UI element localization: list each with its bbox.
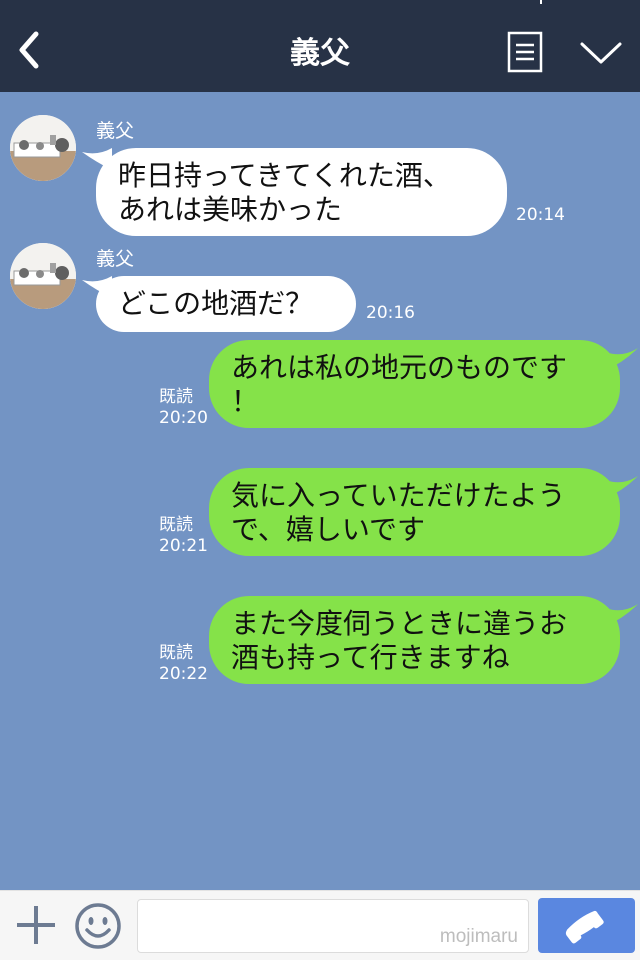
avatar-photo	[10, 115, 76, 181]
message-meta: 既読 20:20	[159, 387, 208, 429]
watermark-text: mojimaru	[439, 926, 518, 947]
call-button[interactable]	[538, 898, 635, 953]
message-line: ！	[231, 385, 260, 418]
message-bubble[interactable]: 昨日持ってきてくれた酒、 あれは美味かった	[96, 148, 507, 236]
message-time: 20:20	[159, 408, 208, 428]
avatar[interactable]	[10, 115, 76, 181]
message-line: また今度伺うときに違うお	[231, 607, 568, 640]
message-line: で、嬉しいです	[231, 513, 426, 546]
emoji-icon	[75, 903, 121, 949]
message-bubble[interactable]: どこの地酒だ？	[96, 276, 356, 332]
status-bar-mark	[540, 0, 542, 4]
chat-area[interactable]: 義父 昨日持ってきてくれた酒、 あれは美味かった 20:14 義父 どこの地酒だ…	[0, 92, 640, 890]
phone-icon	[565, 910, 604, 944]
sender-name: 義父	[96, 120, 135, 142]
sender-name: 義父	[96, 248, 135, 270]
emoji-button[interactable]	[74, 902, 122, 950]
plus-button[interactable]	[14, 903, 58, 947]
message-line: 気に入っていただけたよう	[231, 479, 566, 512]
message-bubble[interactable]: 気に入っていただけたよう で、嬉しいです	[209, 468, 620, 556]
message-line: あれは美味かった	[118, 193, 343, 226]
chevron-down-icon	[580, 42, 622, 64]
chat-header: 義父	[0, 0, 640, 92]
message-line: どこの地酒だ？	[118, 287, 314, 320]
read-receipt: 既読	[159, 515, 193, 535]
chat-title: 義父	[290, 36, 350, 71]
avatar[interactable]	[10, 243, 76, 309]
message-line: あれは私の地元のものです	[231, 351, 568, 384]
plus-icon	[17, 906, 55, 944]
message-bubble[interactable]: また今度伺うときに違うお 酒も持って行きますね	[209, 596, 620, 684]
message-meta: 既読 20:22	[159, 643, 208, 685]
message-line: 酒も持って行きますね	[231, 641, 510, 674]
message-time: 20:14	[516, 205, 565, 225]
menu-button[interactable]	[507, 31, 543, 73]
collapse-button[interactable]	[578, 38, 624, 68]
message-time: 20:22	[159, 664, 208, 684]
list-menu-icon	[507, 31, 543, 73]
read-receipt: 既読	[159, 387, 193, 407]
message-time: 20:21	[159, 536, 208, 556]
message-meta: 既読 20:21	[159, 515, 208, 557]
message-input[interactable]: mojimaru	[137, 899, 529, 953]
read-receipt: 既読	[159, 643, 193, 663]
message-bubble[interactable]: あれは私の地元のものです ！	[209, 340, 620, 428]
message-line: 昨日持ってきてくれた酒、	[118, 159, 451, 192]
input-bar: mojimaru	[0, 890, 640, 960]
avatar-photo	[10, 243, 76, 309]
message-time: 20:16	[366, 303, 415, 323]
